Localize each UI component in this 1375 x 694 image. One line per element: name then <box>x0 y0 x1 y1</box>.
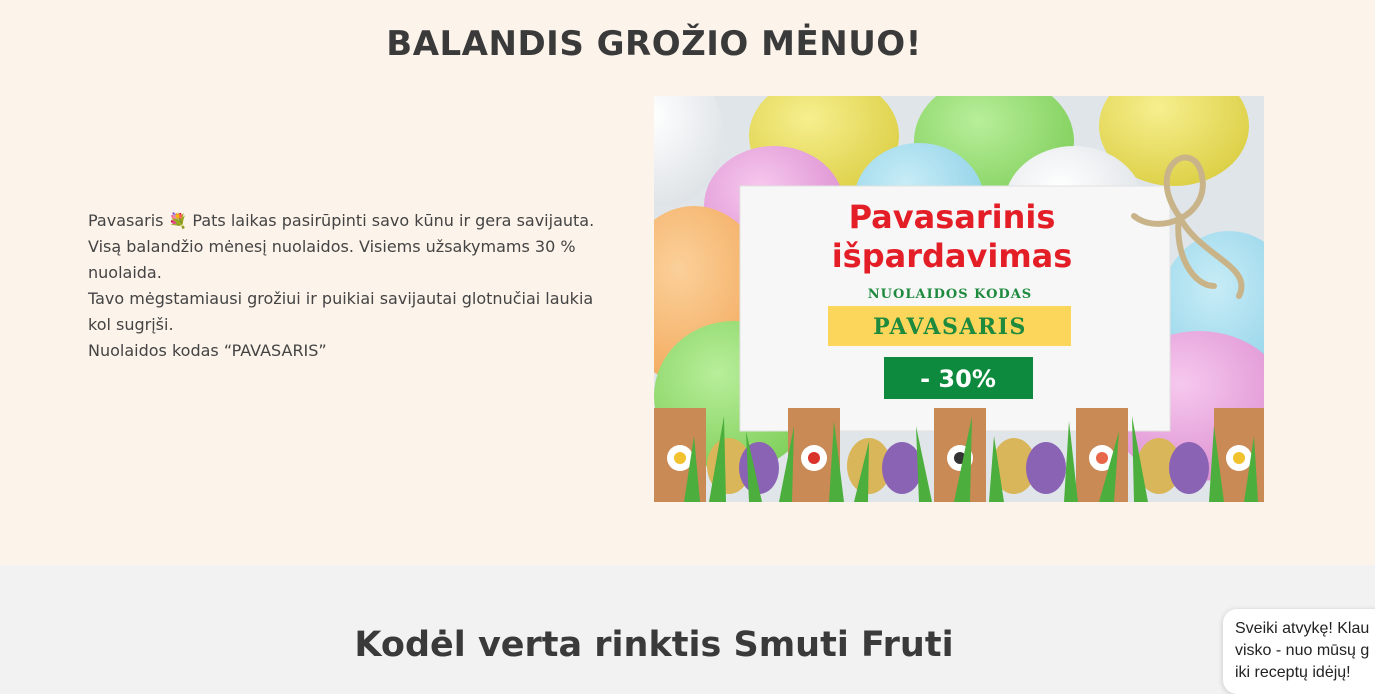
banner-title-line-1: Pavasarinis <box>849 198 1056 236</box>
chat-line-2: visko - nuo mūsų g <box>1235 642 1370 659</box>
promo-title: BALANDIS GROŽIO MĖNUO! <box>386 24 922 64</box>
chat-welcome-bubble[interactable]: Sveiki atvykę! Klau visko - nuo mūsų g i… <box>1223 609 1375 694</box>
banner-code: PAVASARIS <box>873 314 1027 340</box>
banner-code-label: NUOLAIDOS KODAS <box>868 287 1032 302</box>
promo-line-1-start: Pavasaris <box>88 211 164 230</box>
promo-line-4: Nuolaidos kodas “PAVASARIS” <box>88 341 327 360</box>
easter-eggs-illustration: Pavasarinis išpardavimas NUOLAIDOS KODAS… <box>654 96 1264 502</box>
promo-line-1: Pavasaris 💐 Pats laikas pasirūpinti savo… <box>88 208 608 234</box>
banner-title-line-2: išpardavimas <box>832 237 1073 275</box>
promo-banner-image: Pavasarinis išpardavimas NUOLAIDOS KODAS… <box>654 96 1264 502</box>
promo-section: BALANDIS GROŽIO MĖNUO! Pavasaris 💐 Pats … <box>0 0 1375 565</box>
flower-bouquet-icon: 💐 <box>168 212 188 230</box>
promo-line-3: Tavo mėgstamiausi grožiui ir puikiai sav… <box>88 289 594 334</box>
promo-line-2: Visą balandžio mėnesį nuolaidos. Visiems… <box>88 237 576 282</box>
banner-discount: - 30% <box>920 365 996 393</box>
why-choose-title: Kodėl verta rinktis Smuti Fruti <box>354 625 954 665</box>
chat-line-1: Sveiki atvykę! Klau <box>1235 620 1370 637</box>
why-choose-section: Kodėl verta rinktis Smuti Fruti <box>0 565 1375 694</box>
promo-description: Pavasaris 💐 Pats laikas pasirūpinti savo… <box>88 208 608 364</box>
promo-line-1-end: Pats laikas pasirūpinti savo kūnu ir ger… <box>192 211 595 230</box>
chat-line-3: iki receptų idėjų! <box>1235 664 1351 681</box>
